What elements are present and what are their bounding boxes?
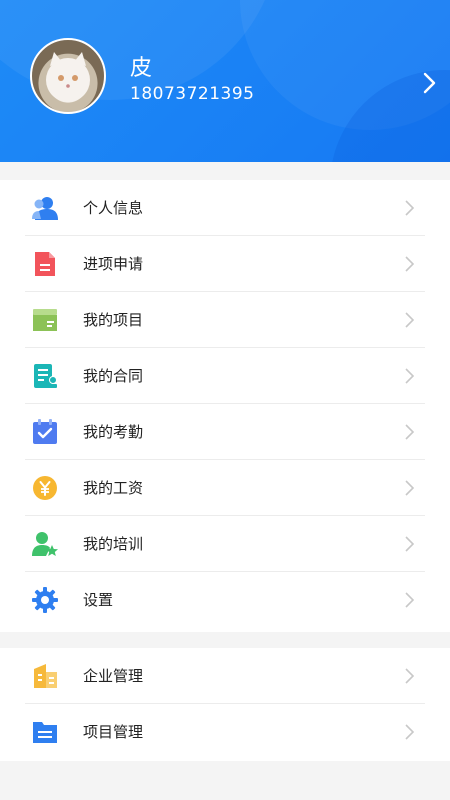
user-name: 皮 [130,56,153,81]
chevron-right-icon [405,312,415,328]
calendar-check-icon [33,419,57,444]
chevron-right-icon [405,200,415,216]
menu-item-project-management[interactable]: 项目管理 [0,704,450,760]
menu-item-personal-info[interactable]: 个人信息 [0,180,450,236]
profile-header[interactable]: 皮 18073721395 [0,0,450,162]
chevron-right-icon[interactable] [420,71,440,95]
menu-item-label: 进项申请 [83,255,144,273]
chevron-right-icon [405,368,415,384]
menu-item-my-attendance[interactable]: 我的考勤 [0,404,450,460]
menu-item-my-training[interactable]: 我的培训 [0,516,450,572]
chevron-right-icon [405,424,415,440]
gear-icon [32,587,58,613]
menu-item-label: 我的工资 [83,479,144,497]
menu-item-enterprise-management[interactable]: 企业管理 [0,648,450,704]
menu-item-label: 项目管理 [83,723,144,741]
menu-item-label: 我的项目 [83,311,144,329]
chevron-right-icon [405,480,415,496]
menu-item-label: 我的合同 [83,367,144,385]
menu-item-my-salary[interactable]: 我的工资 [0,460,450,516]
menu-item-income-request[interactable]: 进项申请 [0,236,450,292]
user-star-icon [32,532,58,556]
file-list-icon [33,722,57,743]
avatar[interactable] [30,38,106,114]
user-phone: 18073721395 [130,84,255,104]
contract-icon [34,364,57,388]
chevron-right-icon [405,668,415,684]
chevron-right-icon [405,256,415,272]
menu-item-settings[interactable]: 设置 [0,572,450,628]
menu-item-label: 我的考勤 [83,423,144,441]
menu-group-manage: 企业管理 项目管理 [0,648,450,761]
menu-item-my-contracts[interactable]: 我的合同 [0,348,450,404]
chevron-right-icon [405,536,415,552]
building-icon [34,664,57,688]
menu-item-my-projects[interactable]: 我的项目 [0,292,450,348]
menu-group-main: 个人信息 进项申请 我的项目 我的合同 我的考勤 我的工资 我的培训 设置 [0,180,450,632]
document-icon [35,252,55,276]
menu-item-label: 个人信息 [83,199,144,217]
yen-coin-icon [33,476,57,500]
chevron-right-icon [405,592,415,608]
user-icon [32,197,58,220]
menu-item-label: 我的培训 [83,535,144,553]
chevron-right-icon [405,724,415,740]
folder-icon [33,309,57,331]
menu-item-label: 设置 [83,591,114,609]
menu-item-label: 企业管理 [83,667,144,685]
